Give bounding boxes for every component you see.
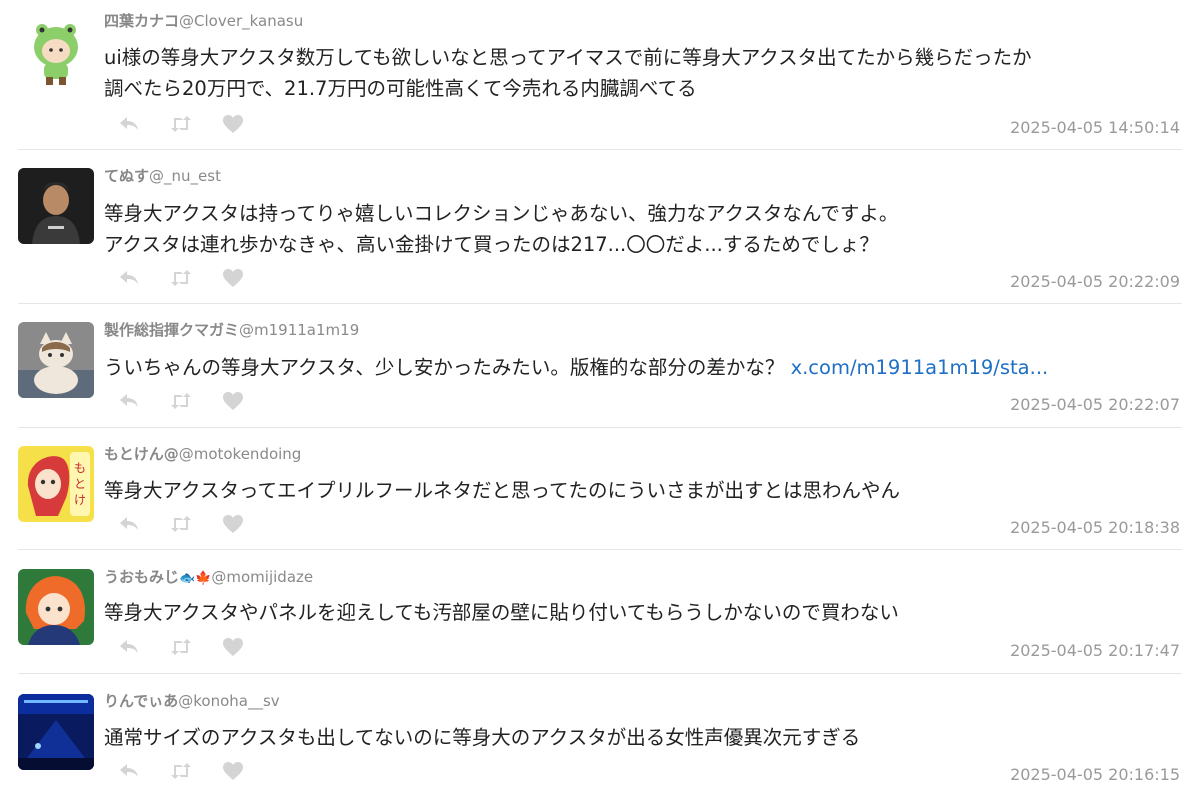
tweet-link[interactable]: x.com/m1911a1m19/sta... (791, 356, 1049, 379)
reply-icon[interactable] (114, 113, 144, 135)
avatar[interactable] (18, 569, 94, 645)
avatar[interactable]: も と け (18, 446, 94, 522)
tweet-item: うおもみじ🐟🍁@momijidaze 等身大アクスタやパネルを迎えしても汚部屋の… (0, 550, 1200, 674)
author-name[interactable]: もとけん@ (104, 445, 179, 463)
tweet-item: 製作総指揮クマガミ@m1911a1m19 ういちゃんの等身大アクスタ、少し安かっ… (0, 304, 1200, 428)
author-name[interactable]: うおもみじ (104, 568, 179, 586)
author-name[interactable]: 製作総指揮クマガミ (104, 321, 239, 339)
reply-icon[interactable] (114, 390, 144, 412)
avatar-anime-girl-icon: も と け (18, 446, 94, 522)
tweet-actions (114, 390, 248, 412)
tweet-timestamp[interactable]: 2025-04-05 20:22:09 (1010, 272, 1180, 291)
tweet-text-body: ういちゃんの等身大アクスタ、少し安かったみたい。版権的な部分の差かな？ (104, 356, 785, 379)
tweet-text-line: ui様の等身大アクスタ数万しても欲しいなと思ってアイマスで前に等身大アクスタ出て… (104, 46, 1032, 69)
tweet-text: ういちゃんの等身大アクスタ、少し安かったみたい。版権的な部分の差かな？ x.co… (104, 352, 1176, 383)
tweet-timestamp[interactable]: 2025-04-05 20:18:38 (1010, 518, 1180, 537)
tweet-header: 製作総指揮クマガミ@m1911a1m19 (104, 321, 359, 339)
author-handle[interactable]: @konoha__sv (178, 692, 279, 710)
heart-icon[interactable] (218, 113, 248, 135)
tweet-actions (114, 513, 248, 535)
author-handle[interactable]: @m1911a1m19 (239, 321, 359, 339)
tweet-timestamp[interactable]: 2025-04-05 20:22:07 (1010, 395, 1180, 414)
retweet-icon[interactable] (166, 113, 196, 135)
tweet-item: てぬす@_nu_est 等身大アクスタは持ってりゃ嬉しいコレクションじゃあない、… (0, 150, 1200, 304)
avatar[interactable] (18, 168, 94, 244)
heart-icon[interactable] (218, 390, 248, 412)
retweet-icon[interactable] (166, 267, 196, 289)
tweet-text-line: 調べたら20万円で、21.7万円の可能性高くて今売れる内臓調べてる (104, 77, 697, 100)
tweet-text: 等身大アクスタやパネルを迎えしても汚部屋の壁に貼り付いてもらうしかないので買わな… (104, 597, 1176, 628)
tweet-header: もとけん@@motokendoing (104, 445, 301, 463)
tweet-item: も と け もとけん@@motokendoing 等身大アクスタってエイプリルフ… (0, 428, 1200, 550)
tweet-header: りんでぃあ@konoha__sv (104, 692, 280, 710)
tweet-feed: 四葉カナコ@Clover_kanasu ui様の等身大アクスタ数万しても欲しいな… (0, 0, 1200, 792)
author-name[interactable]: 四葉カナコ (104, 12, 179, 30)
heart-icon[interactable] (218, 760, 248, 782)
tweet-text: 通常サイズのアクスタも出してないのに等身大のアクスタが出る女性声優異次元すぎる (104, 722, 1176, 753)
tweet-text-line: ういちゃんの等身大アクスタ、少し安かったみたい。版権的な部分の差かな？ x.co… (104, 352, 1176, 383)
tweet-actions (114, 636, 248, 658)
heart-icon[interactable] (218, 636, 248, 658)
tweet-text: 等身大アクスタってエイプリルフールネタだと思ってたのにういさまが出すとは思わんや… (104, 475, 1176, 506)
tweet-header: 四葉カナコ@Clover_kanasu (104, 12, 303, 30)
avatar[interactable] (18, 322, 94, 398)
tweet-timestamp[interactable]: 2025-04-05 20:17:47 (1010, 641, 1180, 660)
retweet-icon[interactable] (166, 760, 196, 782)
avatar-portrait-icon (18, 168, 94, 244)
tweet-item: 四葉カナコ@Clover_kanasu ui様の等身大アクスタ数万しても欲しいな… (0, 0, 1200, 150)
author-handle[interactable]: @momijidaze (211, 568, 313, 586)
svg-text:も: も (74, 461, 86, 475)
tweet-text-line: 通常サイズのアクスタも出してないのに等身大のアクスタが出る女性声優異次元すぎる (104, 726, 861, 749)
heart-icon[interactable] (218, 267, 248, 289)
tweet-header: てぬす@_nu_est (104, 167, 221, 185)
avatar[interactable] (18, 694, 94, 770)
author-emoji: 🐟🍁 (179, 571, 212, 586)
tweet-item: りんでぃあ@konoha__sv 通常サイズのアクスタも出してないのに等身大のア… (0, 674, 1200, 792)
tweet-text-line: 等身大アクスタってエイプリルフールネタだと思ってたのにういさまが出すとは思わんや… (104, 479, 900, 502)
svg-text:け: け (74, 493, 86, 507)
avatar-frog-girl-icon (18, 13, 94, 89)
tweet-text-line: 等身大アクスタやパネルを迎えしても汚部屋の壁に貼り付いてもらうしかないので買わな… (104, 601, 899, 624)
tweet-text: ui様の等身大アクスタ数万しても欲しいなと思ってアイマスで前に等身大アクスタ出て… (104, 42, 1176, 104)
tweet-actions (114, 267, 248, 289)
author-handle[interactable]: @_nu_est (149, 167, 221, 185)
tweet-header: うおもみじ🐟🍁@momijidaze (104, 568, 313, 588)
tweet-actions (114, 113, 248, 135)
reply-icon[interactable] (114, 267, 144, 289)
tweet-text-line: アクスタは連れ歩かなきゃ、高い金掛けて買ったのは217...〇〇だよ...するた… (104, 233, 879, 256)
author-handle[interactable]: @motokendoing (179, 445, 302, 463)
author-handle[interactable]: @Clover_kanasu (179, 12, 303, 30)
avatar-cat-icon (18, 322, 94, 398)
retweet-icon[interactable] (166, 390, 196, 412)
author-name[interactable]: てぬす (104, 167, 149, 185)
author-name[interactable]: りんでぃあ (104, 692, 178, 710)
reply-icon[interactable] (114, 760, 144, 782)
tweet-actions (114, 760, 248, 782)
retweet-icon[interactable] (166, 513, 196, 535)
heart-icon[interactable] (218, 513, 248, 535)
avatar[interactable] (18, 13, 94, 89)
svg-text:と: と (74, 477, 86, 491)
tweet-text-line: 等身大アクスタは持ってりゃ嬉しいコレクションじゃあない、強力なアクスタなんですよ… (104, 202, 899, 225)
tweet-timestamp[interactable]: 2025-04-05 20:16:15 (1010, 765, 1180, 784)
tweet-timestamp[interactable]: 2025-04-05 14:50:14 (1010, 118, 1180, 137)
reply-icon[interactable] (114, 513, 144, 535)
retweet-icon[interactable] (166, 636, 196, 658)
tweet-text: 等身大アクスタは持ってりゃ嬉しいコレクションじゃあない、強力なアクスタなんですよ… (104, 198, 1176, 260)
avatar-orange-hair-girl-icon (18, 569, 94, 645)
reply-icon[interactable] (114, 636, 144, 658)
avatar-concert-stage-icon (18, 694, 94, 770)
